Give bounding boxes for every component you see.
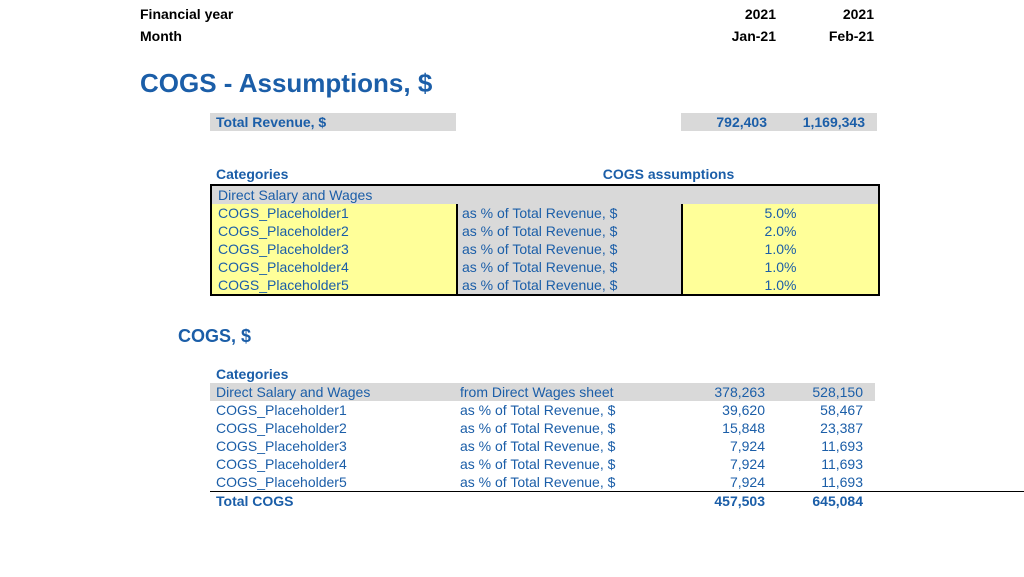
cogs-basis: as % of Total Revenue, $ [456,437,679,455]
cogs-table: Categories Direct Salary and Wages from … [0,365,1024,509]
total-revenue-label: Total Revenue, $ [210,113,456,131]
table-row: COGS_Placeholder1 as % of Total Revenue,… [210,401,1024,419]
cogs-v1: 7,924 [679,455,777,473]
table-row: COGS_Placeholder2 as % of Total Revenue,… [210,419,1024,437]
cogs-basis: as % of Total Revenue, $ [456,473,679,491]
assumption-pct[interactable]: 5.0% [681,204,878,222]
cogs-name: COGS_Placeholder2 [210,419,456,437]
cogs-v2: 58,467 [777,401,875,419]
assumption-basis: as % of Total Revenue, $ [458,204,681,222]
header-row-month: Month Jan-21 Feb-21 [0,22,1024,44]
assumption-basis: as % of Total Revenue, $ [458,276,681,294]
total-revenue-v2: 1,169,343 [779,113,877,131]
assumption-name: Direct Salary and Wages [212,186,878,204]
table-row: Direct Salary and Wages from Direct Wage… [210,383,1024,401]
cogs-assumptions-label: COGS assumptions [456,166,881,184]
table-row: COGS_Placeholder3 as % of Total Revenue,… [212,240,878,258]
month-label: Month [140,28,690,44]
cogs-v1: 378,263 [679,383,777,401]
total-revenue-row: Total Revenue, $ 792,403 1,169,343 [0,113,1024,130]
assumptions-header: Categories COGS assumptions [0,166,1024,184]
assumption-pct[interactable]: 1.0% [681,276,878,294]
cogs-v1: 39,620 [679,401,777,419]
cogs-basis: from Direct Wages sheet [456,383,679,401]
cogs-total-row: Total COGS 457,503 645,084 [210,491,1024,509]
assumption-name[interactable]: COGS_Placeholder5 [212,276,458,294]
cogs-cat-header: Categories [210,365,456,383]
cogs-categories-header: Categories [210,365,1024,383]
cogs-section-title: COGS, $ [0,296,1024,365]
cogs-total-label: Total COGS [210,492,679,509]
table-row: COGS_Placeholder3 as % of Total Revenue,… [210,437,1024,455]
cogs-name: COGS_Placeholder4 [210,455,456,473]
total-revenue-v1: 792,403 [681,113,779,131]
cogs-total-v2: 645,084 [777,492,875,509]
cogs-total-v1: 457,503 [679,492,777,509]
table-row: COGS_Placeholder1 as % of Total Revenue,… [212,204,878,222]
assumption-pct[interactable]: 1.0% [681,240,878,258]
header-row-fy: Financial year 2021 2021 [0,0,1024,22]
table-row: COGS_Placeholder4 as % of Total Revenue,… [210,455,1024,473]
assumption-pct[interactable]: 1.0% [681,258,878,276]
cogs-v2: 23,387 [777,419,875,437]
cogs-v2: 11,693 [777,437,875,455]
assumption-basis: as % of Total Revenue, $ [458,240,681,258]
fy-year-1: 2021 [690,6,788,22]
assumption-pct[interactable]: 2.0% [681,222,878,240]
table-row: Direct Salary and Wages [212,186,878,204]
month-2: Feb-21 [788,28,886,44]
assumptions-table: Direct Salary and Wages COGS_Placeholder… [210,184,880,296]
cogs-name: COGS_Placeholder1 [210,401,456,419]
fy-label: Financial year [140,6,690,22]
cogs-basis: as % of Total Revenue, $ [456,401,679,419]
cogs-name: COGS_Placeholder5 [210,473,456,491]
cogs-v1: 15,848 [679,419,777,437]
cogs-v1: 7,924 [679,473,777,491]
cogs-v2: 11,693 [777,473,875,491]
cogs-basis: as % of Total Revenue, $ [456,455,679,473]
cogs-v2: 528,150 [777,383,875,401]
cogs-name: COGS_Placeholder3 [210,437,456,455]
assumption-name[interactable]: COGS_Placeholder3 [212,240,458,258]
cogs-basis: as % of Total Revenue, $ [456,419,679,437]
assumption-name[interactable]: COGS_Placeholder2 [212,222,458,240]
page-title: COGS - Assumptions, $ [0,44,1024,113]
month-1: Jan-21 [690,28,788,44]
table-row: COGS_Placeholder2 as % of Total Revenue,… [212,222,878,240]
assumption-name[interactable]: COGS_Placeholder1 [212,204,458,222]
cogs-v1: 7,924 [679,437,777,455]
assumption-basis: as % of Total Revenue, $ [458,258,681,276]
assumption-name[interactable]: COGS_Placeholder4 [212,258,458,276]
categories-label: Categories [210,166,456,184]
fy-year-2: 2021 [788,6,886,22]
table-row: COGS_Placeholder5 as % of Total Revenue,… [210,473,1024,491]
table-row: COGS_Placeholder4 as % of Total Revenue,… [212,258,878,276]
table-row: COGS_Placeholder5 as % of Total Revenue,… [212,276,878,294]
cogs-v2: 11,693 [777,455,875,473]
cogs-name: Direct Salary and Wages [210,383,456,401]
assumption-basis: as % of Total Revenue, $ [458,222,681,240]
